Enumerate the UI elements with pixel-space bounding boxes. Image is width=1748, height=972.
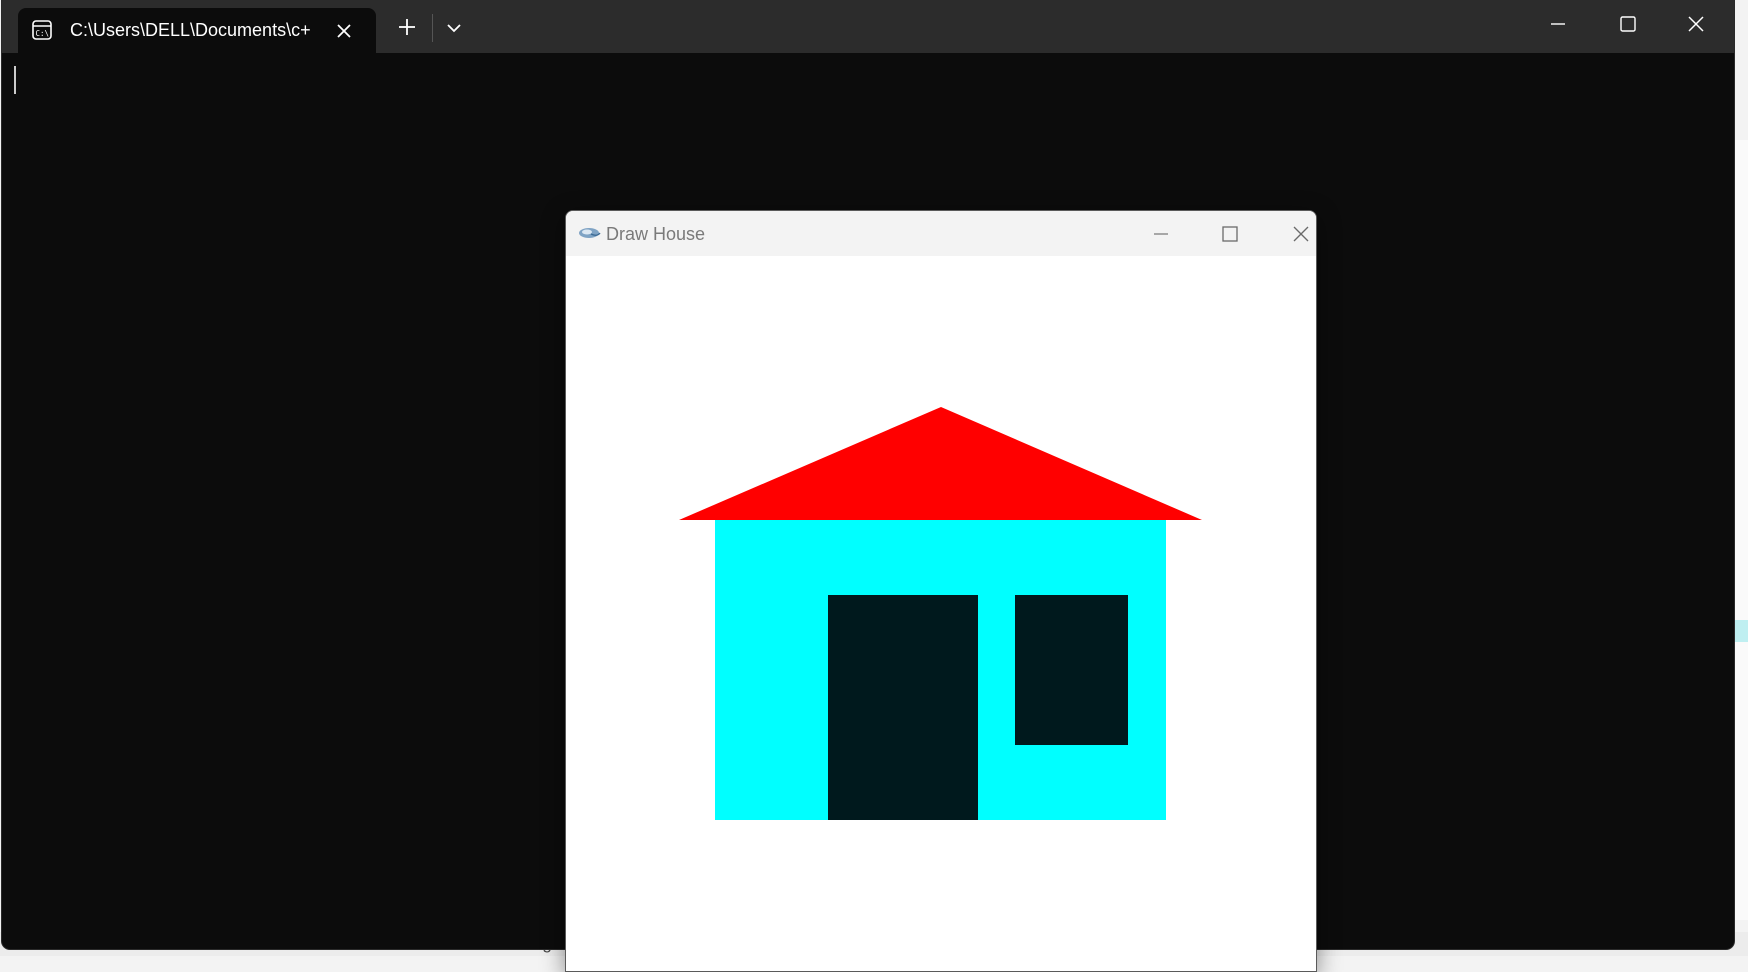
minimize-icon[interactable] bbox=[1141, 219, 1181, 249]
close-icon[interactable] bbox=[1281, 219, 1317, 249]
house-roof bbox=[679, 407, 1202, 520]
minimize-icon[interactable] bbox=[1532, 8, 1584, 40]
draw-house-window[interactable]: Draw House bbox=[565, 210, 1317, 972]
terminal-tab[interactable]: C:\ C:\Users\DELL\Documents\c+ bbox=[18, 8, 376, 53]
terminal-titlebar[interactable]: C:\ C:\Users\DELL\Documents\c+ bbox=[2, 0, 1734, 53]
tab-separator bbox=[432, 14, 433, 42]
app-icon bbox=[579, 228, 601, 238]
tab-title: C:\Users\DELL\Documents\c+ bbox=[70, 20, 311, 40]
plus-icon[interactable] bbox=[392, 12, 422, 42]
text-cursor bbox=[14, 66, 16, 94]
window-title: Draw House bbox=[606, 224, 706, 244]
drawing-canvas bbox=[566, 256, 1316, 971]
editor-highlight bbox=[1734, 620, 1748, 642]
maximize-icon[interactable] bbox=[1602, 8, 1654, 40]
maximize-icon[interactable] bbox=[1210, 219, 1250, 249]
close-icon[interactable] bbox=[1670, 8, 1722, 40]
terminal-icon: C:\ bbox=[32, 20, 52, 40]
svg-text:C:\: C:\ bbox=[36, 29, 50, 38]
draw-house-titlebar[interactable]: Draw House bbox=[566, 211, 1316, 256]
house-door bbox=[828, 595, 978, 820]
chevron-down-icon[interactable] bbox=[440, 14, 468, 42]
close-icon[interactable] bbox=[332, 19, 356, 43]
house-window bbox=[1015, 595, 1128, 745]
